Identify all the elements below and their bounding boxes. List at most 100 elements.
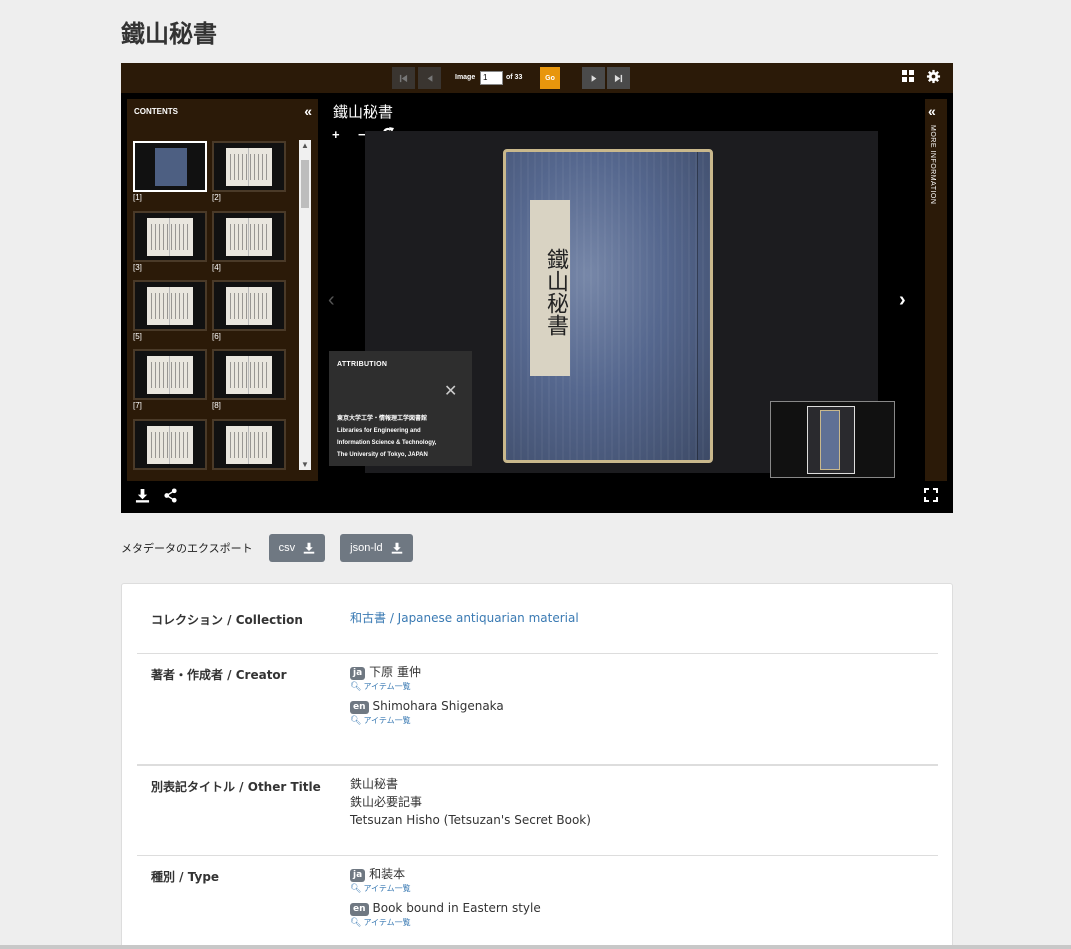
scroll-thumb[interactable] [301,160,309,208]
book-title-label: 鐵山秘書 [530,200,570,376]
thumbnail-9[interactable] [133,419,207,470]
thumbnail-4[interactable] [212,211,286,262]
export-label: メタデータのエクスポート [121,542,253,555]
contents-scrollbar[interactable]: ▲ ▼ [299,140,311,470]
viewer-title: 鐵山秘書 [333,103,394,121]
search-icon: 🔍︎ [350,682,362,692]
next-icon [591,74,596,82]
thumbnail-3[interactable] [133,211,207,262]
metadata-key: 別表記タイトル / Other Title [151,780,321,794]
attribution-line: Libraries for Engineering and [337,428,421,434]
collapse-contents-icon[interactable]: « [304,103,312,119]
metadata-row-other-title: 別表記タイトル / Other Title 鉄山秘書 鉄山必要記事 Tetsuz… [137,766,938,856]
settings-gear-icon[interactable] [926,69,942,85]
expand-more-info-icon[interactable]: « [928,103,936,119]
search-icon: 🔍︎ [350,884,362,894]
attribution-line: Information Science & Technology, [337,440,437,446]
other-title-value: 鉄山秘書 [350,777,399,791]
lang-tag-en: en [350,701,369,714]
other-title-value: Tetsuzan Hisho (Tetsuzan's Secret Book) [350,813,591,827]
last-page-icon [614,74,623,82]
attribution-line: 東京大学工学・情報理工学図書館 [337,416,428,422]
jsonld-label: json-ld [350,542,383,554]
collection-link[interactable]: 和古書 / Japanese antiquarian material [350,611,579,625]
viewer-toolbar: Image 1 of 33 Go [121,63,953,93]
download-icon[interactable] [135,488,151,504]
more-information-label: MORE INFORMATION [929,125,936,205]
zoom-in-button[interactable]: + [332,127,340,142]
thumbnail-2[interactable] [212,141,286,192]
image-label: Image [455,74,476,81]
items-list-link[interactable]: 🔍︎ アイテム一覧 [350,883,541,895]
search-icon: 🔍︎ [350,716,362,726]
close-icon[interactable]: ✕ [444,381,457,401]
page-title: 鐵山秘書 [121,20,217,48]
image-number-input[interactable]: 1 [480,71,503,85]
scroll-down-icon[interactable]: ▼ [301,460,309,469]
first-page-icon [399,74,408,82]
next-page-button[interactable] [582,67,605,89]
metadata-key: コレクション / Collection [151,613,303,627]
download-icon [303,542,315,554]
previous-image-icon[interactable]: ‹ [328,289,335,312]
navigator-minimap[interactable] [770,401,895,478]
thumbnail-7[interactable] [133,349,207,400]
contents-panel: CONTENTS « [1] [2] [3] [4] [5] [6] [7] [… [127,99,318,481]
next-image-icon[interactable]: › [899,289,906,312]
thumbnail-6[interactable] [212,280,286,331]
first-page-button[interactable] [392,67,415,89]
metadata-row-collection: コレクション / Collection 和古書 / Japanese antiq… [137,584,938,654]
thumbnail-label: [5] [133,332,142,341]
image-total: of 33 [506,74,523,81]
lang-tag-ja: ja [350,869,366,882]
items-list-link[interactable]: 🔍︎ アイテム一覧 [350,917,541,929]
prev-page-button[interactable] [418,67,441,89]
go-button[interactable]: Go [540,67,560,89]
search-icon: 🔍︎ [350,918,362,928]
contents-title: CONTENTS [134,107,178,116]
export-jsonld-button[interactable]: json-ld [340,534,413,562]
creator-ja: 下原 重仲 [369,665,421,679]
more-information-panel[interactable]: « MORE INFORMATION [925,99,947,481]
items-list-link[interactable]: 🔍︎ アイテム一覧 [350,681,504,693]
attribution-line: The University of Tokyo, JAPAN [337,452,428,458]
thumbnail-label: [8] [212,401,221,410]
gallery-grid-icon[interactable] [901,69,917,85]
thumbnail-8[interactable] [212,349,286,400]
thumbnail-label: [2] [212,193,221,202]
thumbnail-grid: [1] [2] [3] [4] [5] [6] [7] [8] [133,141,293,471]
lang-tag-ja: ja [350,667,366,680]
thumbnail-label: [3] [133,263,142,272]
fullscreen-icon[interactable] [924,488,940,504]
attribution-panel: ATTRIBUTION ✕ 東京大学工学・情報理工学図書館 Libraries … [329,351,472,466]
image-viewer: Image 1 of 33 Go CONTENTS « [1] [2] [3] … [121,63,953,513]
metadata-panel: コレクション / Collection 和古書 / Japanese antiq… [121,583,953,949]
thumbnail-label: [7] [133,401,142,410]
book-cover-image: 鐵山秘書 [503,149,713,463]
thumbnail-label: [6] [212,332,221,341]
metadata-row-type: 種別 / Type ja 和装本 🔍︎ アイテム一覧 en Book bound in… [137,856,938,949]
metadata-export: メタデータのエクスポート csv json-ld [121,534,428,562]
lang-tag-en: en [350,903,369,916]
attribution-title: ATTRIBUTION [337,361,388,368]
share-icon[interactable] [163,488,179,504]
thumbnail-1[interactable] [133,141,207,192]
last-page-button[interactable] [607,67,630,89]
type-ja: 和装本 [369,867,406,881]
export-csv-button[interactable]: csv [268,534,326,562]
csv-label: csv [278,542,296,554]
prev-icon [427,74,432,82]
other-title-value: 鉄山必要記事 [350,795,423,809]
thumbnail-label: [1] [133,193,142,202]
page-scrollbar[interactable] [0,945,1071,949]
metadata-key: 種別 / Type [151,870,220,884]
thumbnail-10[interactable] [212,419,286,470]
creator-en: Shimohara Shigenaka [372,699,504,713]
items-list-link[interactable]: 🔍︎ アイテム一覧 [350,715,504,727]
metadata-key: 著者・作成者 / Creator [151,668,287,682]
thumbnail-5[interactable] [133,280,207,331]
metadata-row-creator: 著者・作成者 / Creator ja 下原 重仲 🔍︎ アイテム一覧 en Shim… [137,654,938,766]
download-icon [391,542,402,554]
scroll-up-icon[interactable]: ▲ [301,141,309,150]
type-en: Book bound in Eastern style [372,901,541,915]
